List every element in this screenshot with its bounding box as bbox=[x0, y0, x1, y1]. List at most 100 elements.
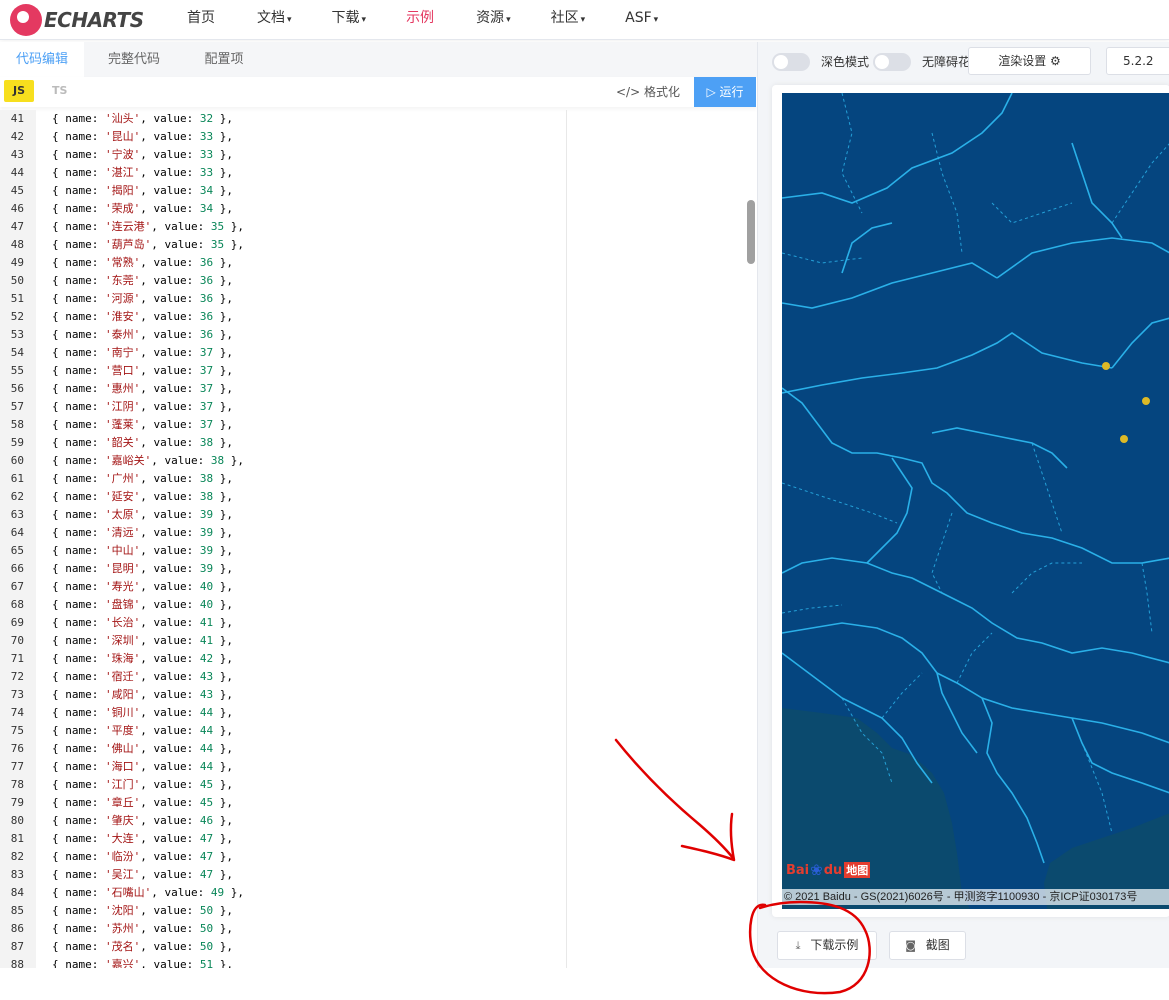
city-value-number: 47 bbox=[199, 832, 214, 845]
code-line: 60 { name: '嘉峪关', value: 38 }, bbox=[0, 452, 757, 470]
city-name-string: '江阴' bbox=[104, 400, 141, 413]
code-line: 46 { name: '荣成', value: 34 }, bbox=[0, 200, 757, 218]
dark-mode-toggle[interactable] bbox=[772, 53, 810, 71]
scatter-point[interactable] bbox=[1142, 397, 1150, 405]
editor-tabs: 代码编辑 完整代码 配置项 bbox=[0, 42, 757, 77]
city-value-number: 37 bbox=[199, 346, 214, 359]
nav-item-download[interactable]: 下载 ▾ bbox=[312, 0, 387, 36]
code-text: { name: '常熟', value: 36 }, bbox=[52, 256, 233, 269]
city-name-string: '佛山' bbox=[104, 742, 141, 755]
city-value-number: 43 bbox=[199, 670, 214, 683]
code-text: { name: '咸阳', value: 43 }, bbox=[52, 688, 233, 701]
city-value-number: 37 bbox=[199, 364, 214, 377]
lang-js-button[interactable]: JS bbox=[4, 80, 34, 102]
code-line: 65 { name: '中山', value: 39 }, bbox=[0, 542, 757, 560]
line-number: 49 bbox=[10, 256, 24, 269]
code-line: 63 { name: '太原', value: 39 }, bbox=[0, 506, 757, 524]
code-text: { name: '珠海', value: 42 }, bbox=[52, 652, 233, 665]
code-text: { name: '平度', value: 44 }, bbox=[52, 724, 233, 737]
line-number: 57 bbox=[10, 400, 24, 413]
tab-code-edit[interactable]: 代码编辑 bbox=[0, 42, 84, 77]
line-number: 55 bbox=[10, 364, 24, 377]
code-line: 52 { name: '淮安', value: 36 }, bbox=[0, 308, 757, 326]
code-line: 56 { name: '惠州', value: 37 }, bbox=[0, 380, 757, 398]
city-name-string: '平度' bbox=[104, 724, 141, 737]
code-line: 41 { name: '汕头', value: 32 }, bbox=[0, 110, 757, 128]
format-button[interactable]: </> 格式化 bbox=[616, 80, 680, 104]
city-value-number: 43 bbox=[199, 688, 214, 701]
city-name-string: '荣成' bbox=[104, 202, 141, 215]
nav-item-community[interactable]: 社区 ▾ bbox=[531, 0, 606, 36]
code-text: { name: '嘉峪关', value: 38 }, bbox=[52, 454, 244, 467]
scatter-point[interactable] bbox=[1120, 435, 1128, 443]
line-number: 53 bbox=[10, 328, 24, 341]
line-number: 68 bbox=[10, 598, 24, 611]
city-value-number: 34 bbox=[199, 202, 214, 215]
echarts-logo[interactable]: ECHARTS bbox=[10, 4, 144, 36]
city-value-number: 40 bbox=[199, 598, 214, 611]
code-line: 55 { name: '营口', value: 37 }, bbox=[0, 362, 757, 380]
line-number: 66 bbox=[10, 562, 24, 575]
city-name-string: '苏州' bbox=[104, 922, 141, 935]
code-text: { name: '海口', value: 44 }, bbox=[52, 760, 233, 773]
accessible-pattern-toggle[interactable] bbox=[873, 53, 911, 71]
code-text: { name: '连云港', value: 35 }, bbox=[52, 220, 244, 233]
code-line: 58 { name: '蓬莱', value: 37 }, bbox=[0, 416, 757, 434]
city-name-string: '茂名' bbox=[104, 940, 141, 953]
line-number: 45 bbox=[10, 184, 24, 197]
nav-item-resources[interactable]: 资源 ▾ bbox=[456, 0, 531, 36]
chevron-down-icon: ▾ bbox=[287, 15, 292, 25]
code-text: { name: '中山', value: 39 }, bbox=[52, 544, 233, 557]
line-number: 43 bbox=[10, 148, 24, 161]
code-text: { name: '石嘴山', value: 49 }, bbox=[52, 886, 244, 899]
scatter-point[interactable] bbox=[1102, 362, 1110, 370]
city-value-number: 41 bbox=[199, 616, 214, 629]
city-value-number: 36 bbox=[199, 256, 214, 269]
line-number: 56 bbox=[10, 382, 24, 395]
line-number: 47 bbox=[10, 220, 24, 233]
nav-item-docs[interactable]: 文档 ▾ bbox=[237, 0, 312, 36]
chevron-down-icon: ▾ bbox=[580, 15, 586, 25]
chevron-down-icon: ▾ bbox=[506, 15, 511, 25]
tab-full-code[interactable]: 完整代码 bbox=[92, 42, 176, 77]
city-name-string: '常熟' bbox=[104, 256, 141, 269]
version-select[interactable]: 5.2.2 ⌵ bbox=[1106, 47, 1169, 94]
line-number: 46 bbox=[10, 202, 24, 215]
line-number: 63 bbox=[10, 508, 24, 521]
tab-options[interactable]: 配置项 bbox=[184, 42, 264, 77]
nav-item-examples[interactable]: 示例 bbox=[386, 0, 456, 36]
line-number: 87 bbox=[10, 940, 24, 953]
nav-item-home[interactable]: 首页 bbox=[167, 0, 237, 36]
lang-ts-button[interactable]: TS bbox=[52, 80, 67, 102]
city-name-string: '吴江' bbox=[104, 868, 141, 881]
city-name-string: '海口' bbox=[104, 760, 141, 773]
editor-scrollbar[interactable] bbox=[747, 200, 755, 264]
code-line: 45 { name: '揭阳', value: 34 }, bbox=[0, 182, 757, 200]
code-text: { name: '苏州', value: 50 }, bbox=[52, 922, 233, 935]
city-name-string: '泰州' bbox=[104, 328, 141, 341]
code-text: { name: '河源', value: 36 }, bbox=[52, 292, 233, 305]
render-settings-button[interactable]: 渲染设置 ⚙ bbox=[968, 47, 1091, 75]
city-name-string: '沈阳' bbox=[104, 904, 141, 917]
run-button[interactable]: ▷ 运行 bbox=[694, 77, 756, 107]
code-line: 62 { name: '延安', value: 38 }, bbox=[0, 488, 757, 506]
city-name-string: '揭阳' bbox=[104, 184, 141, 197]
city-value-number: 38 bbox=[210, 454, 225, 467]
code-line: 59 { name: '韶关', value: 38 }, bbox=[0, 434, 757, 452]
screenshot-button[interactable]: ◙ 截图 bbox=[889, 931, 966, 960]
code-line: 64 { name: '清远', value: 39 }, bbox=[0, 524, 757, 542]
line-number: 67 bbox=[10, 580, 24, 593]
line-number: 62 bbox=[10, 490, 24, 503]
main-nav: 首页 文档 ▾ 下载 ▾ 示例 资源 ▾ 社区 ▾ ASF ▾ bbox=[167, 0, 678, 40]
code-line: 50 { name: '东莞', value: 36 }, bbox=[0, 272, 757, 290]
code-text: { name: '淮安', value: 36 }, bbox=[52, 310, 233, 323]
line-number: 70 bbox=[10, 634, 24, 647]
city-name-string: '淮安' bbox=[104, 310, 141, 323]
code-text: { name: '吴江', value: 47 }, bbox=[52, 868, 233, 881]
code-text: { name: '盘锦', value: 40 }, bbox=[52, 598, 233, 611]
city-name-string: '营口' bbox=[104, 364, 141, 377]
dark-mode-label: 深色模式 bbox=[821, 55, 870, 69]
city-name-string: '延安' bbox=[104, 490, 141, 503]
city-name-string: '临汾' bbox=[104, 850, 141, 863]
nav-item-asf[interactable]: ASF ▾ bbox=[605, 0, 678, 36]
